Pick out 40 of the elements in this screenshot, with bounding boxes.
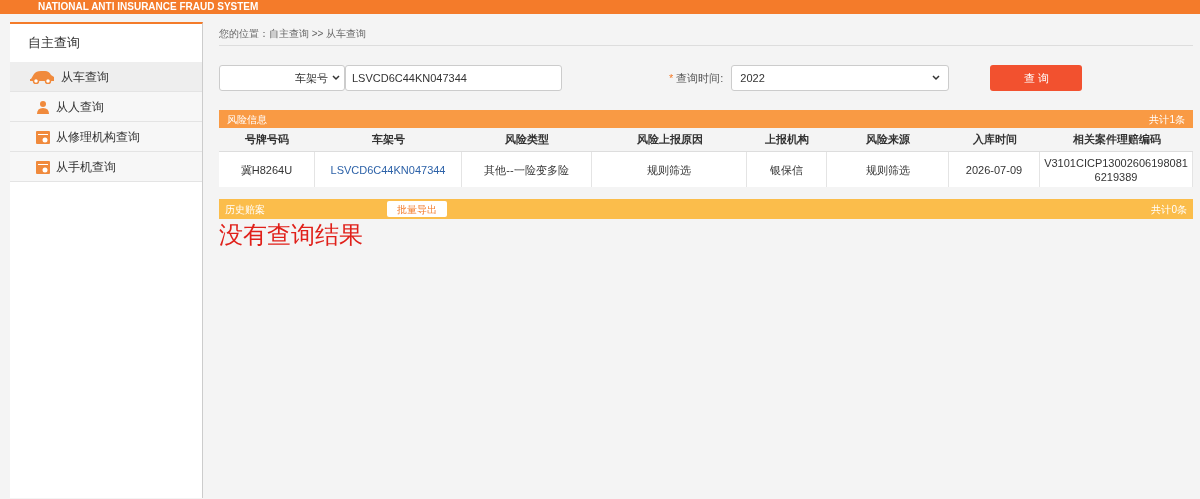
empty-result-text: 没有查询结果 — [219, 220, 364, 250]
column-header: 上报机构 — [764, 132, 810, 148]
history-title: 历史赔案 — [225, 202, 265, 217]
car-icon — [29, 69, 55, 84]
person-icon — [36, 99, 50, 114]
sidebar-item[interactable]: 从修理机构查询 — [10, 122, 202, 152]
table-cell: 规则筛选 — [592, 152, 747, 187]
table-cell: 冀H8264U — [219, 152, 315, 187]
year-select[interactable]: 2022 — [731, 65, 950, 91]
search-input[interactable]: LSVCD6C44KN047344 — [345, 65, 562, 91]
calendar-icon — [36, 159, 50, 174]
calendar-icon — [36, 129, 50, 144]
column-header: 号牌号码 — [244, 132, 290, 148]
column-header: 风险来源 — [865, 132, 911, 148]
history-count: 共计0条 — [1151, 202, 1187, 217]
query-time-label: 查询时间: — [676, 70, 724, 86]
column-header: 相关案件理赔编码 — [1071, 132, 1162, 148]
table-cell: 2026-07-09 — [949, 152, 1040, 187]
column-header: 入库时间 — [971, 132, 1018, 148]
query-button[interactable]: 查 询 — [990, 65, 1083, 91]
sidebar-item[interactable]: 从车查询 — [10, 62, 202, 92]
table-cell: 银保信 — [747, 152, 827, 187]
sidebar-item[interactable]: 从手机查询 — [10, 152, 202, 182]
table-cell: V3101CICP130026061980816219389 — [1040, 152, 1193, 187]
column-header: 风险类型 — [504, 132, 550, 148]
required-mark: * — [669, 70, 674, 86]
column-header: 风险上报原因 — [635, 132, 704, 148]
sidebar-title: 自主查询 — [27, 34, 81, 53]
chevron-down-icon — [332, 75, 340, 81]
chevron-down-icon — [932, 75, 941, 81]
table-cell: 规则筛选 — [827, 152, 949, 187]
vin-link[interactable]: LSVCD6C44KN047344 — [315, 152, 462, 187]
risk-title: 风险信息 — [227, 112, 267, 127]
risk-count: 共计1条 — [1149, 112, 1185, 127]
search-type-select[interactable]: 车架号 — [219, 65, 345, 91]
breadcrumb: 您的位置：自主查询 >> 从车查询 — [219, 22, 1193, 46]
column-header: 车架号 — [371, 132, 406, 148]
sidebar-item[interactable]: 从人查询 — [10, 92, 202, 122]
table-cell: 其他--一险变多险 — [462, 152, 592, 187]
header-subtitle: NATIONAL ANTI INSURANCE FRAUD SYSTEM — [38, 1, 259, 13]
